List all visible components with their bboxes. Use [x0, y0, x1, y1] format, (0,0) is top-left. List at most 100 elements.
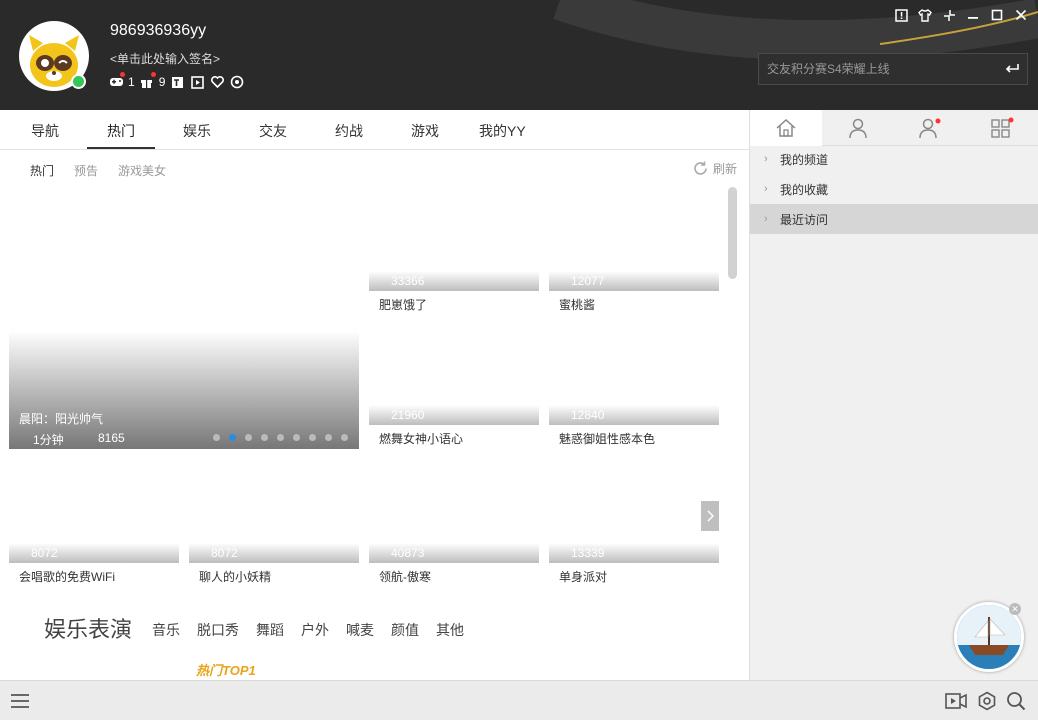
rtab-friends[interactable]	[894, 110, 966, 146]
video-play-icon[interactable]	[189, 74, 205, 90]
level-icon[interactable]	[169, 74, 185, 90]
channel-thumb[interactable]: 13339	[549, 458, 719, 563]
viewer-count: 21960	[391, 408, 425, 422]
viewer-count: 12077	[571, 274, 605, 288]
enter-icon[interactable]	[997, 54, 1027, 84]
minimize-icon[interactable]	[964, 6, 982, 24]
rtab-home[interactable]	[750, 110, 822, 146]
channel-caption[interactable]: 会唱歌的免费WiFi	[19, 568, 115, 585]
refresh-button[interactable]: 刷新	[692, 160, 737, 177]
tab-dating[interactable]: 交友	[259, 121, 287, 141]
search-box	[758, 53, 1028, 85]
channel-thumb[interactable]: 21960	[369, 320, 539, 425]
carousel-dot[interactable]	[293, 434, 300, 441]
search-input[interactable]	[759, 54, 997, 84]
channel-caption[interactable]: 魅惑御姐性感本色	[559, 430, 655, 447]
viewer-count: 40873	[391, 546, 425, 560]
tab-entertainment[interactable]: 娱乐	[183, 121, 211, 141]
right-panel: › 我的频道 › 我的收藏 › 最近访问	[749, 110, 1038, 680]
search-icon[interactable]	[1005, 690, 1027, 712]
carousel-dot[interactable]	[213, 434, 220, 441]
refresh-icon	[694, 161, 707, 175]
main-menu-icon[interactable]	[9, 690, 31, 712]
subtab-game-girls[interactable]: 游戏美女	[118, 162, 166, 179]
viewer-count: 8072	[211, 546, 238, 560]
home-icon	[776, 118, 796, 137]
notification-dot	[120, 72, 125, 77]
channel-thumb[interactable]: 40873	[369, 458, 539, 563]
channel-caption[interactable]: 聊人的小妖精	[199, 568, 271, 585]
feedback-icon[interactable]	[892, 6, 910, 24]
viewer-count: 13339	[571, 546, 605, 560]
main-tabs: 导航 热门 娱乐 交友 约战 游戏 我的YY	[0, 110, 749, 150]
subtab-preview[interactable]: 预告	[74, 162, 98, 179]
channel-caption[interactable]: 单身派对	[559, 568, 607, 585]
category-mc[interactable]: 喊麦	[346, 620, 374, 640]
compact-mode-icon[interactable]	[940, 6, 958, 24]
chevron-right-icon	[707, 510, 714, 522]
channel-caption[interactable]: 肥崽饿了	[379, 296, 427, 313]
carousel-dot[interactable]	[229, 434, 236, 441]
channel-caption[interactable]: 领航-傲寒	[379, 568, 431, 585]
video-camera-icon[interactable]	[945, 690, 967, 712]
my-channels-item[interactable]: › 我的频道	[750, 144, 1038, 174]
settings-icon[interactable]	[976, 690, 998, 712]
recent-visits-item[interactable]: › 最近访问	[750, 204, 1038, 234]
right-panel-tabs	[750, 110, 1038, 146]
gift-icon[interactable]	[139, 72, 156, 90]
header: 986936936yy <单击此处输入签名> 1 9	[0, 0, 1038, 110]
featured-time: 1分钟	[33, 433, 64, 447]
channel-thumb[interactable]: 12840	[549, 320, 719, 425]
rtab-profile[interactable]	[822, 110, 894, 146]
chevron-right-icon: ›	[764, 213, 768, 225]
channel-caption[interactable]: 燃舞女神小语心	[379, 430, 463, 447]
viewer-count: 12840	[571, 408, 605, 422]
channel-thumb[interactable]: 8072	[189, 458, 359, 563]
refresh-label: 刷新	[713, 162, 738, 176]
channel-thumb[interactable]: 8072	[9, 458, 179, 563]
channel-thumb[interactable]: 33366	[369, 186, 539, 291]
featured-banner[interactable]: 晨阳：阳光帅气 1分钟 8165	[9, 186, 359, 449]
carousel-dot[interactable]	[325, 434, 332, 441]
next-page-button[interactable]	[701, 501, 719, 531]
carousel-dot[interactable]	[309, 434, 316, 441]
window-controls	[892, 6, 1030, 24]
subtab-hot[interactable]: 热门	[30, 162, 54, 179]
category-music[interactable]: 音乐	[152, 620, 180, 640]
apps-grid-icon	[991, 117, 1014, 138]
featured-count: 8165	[98, 431, 125, 445]
carousel-dot[interactable]	[245, 434, 252, 441]
tab-hot[interactable]: 热门	[107, 121, 135, 141]
signature-input[interactable]: <单击此处输入签名>	[110, 50, 220, 67]
notification-dot	[150, 72, 156, 77]
eye-icon[interactable]	[229, 74, 245, 90]
recent-visits-label: 最近访问	[780, 212, 829, 227]
pirate-ship-icon	[957, 605, 1021, 669]
username[interactable]: 986936936yy	[110, 22, 206, 40]
close-icon[interactable]	[1012, 6, 1030, 24]
carousel-dot[interactable]	[277, 434, 284, 441]
category-outdoor[interactable]: 户外	[301, 620, 329, 640]
tab-games[interactable]: 游戏	[411, 121, 439, 141]
maximize-icon[interactable]	[988, 6, 1006, 24]
rtab-apps[interactable]	[966, 110, 1038, 146]
heart-icon[interactable]	[209, 74, 225, 90]
carousel-dot[interactable]	[341, 434, 348, 441]
tab-battle[interactable]: 约战	[335, 121, 363, 141]
category-other[interactable]: 其他	[436, 620, 464, 640]
tab-my-yy[interactable]: 我的YY	[479, 121, 526, 141]
scrollbar-thumb[interactable]	[728, 187, 737, 279]
tab-navigation[interactable]: 导航	[31, 121, 59, 141]
close-widget-icon[interactable]: ✕	[1009, 603, 1021, 615]
channel-caption[interactable]: 蜜桃酱	[559, 296, 595, 313]
channel-thumb[interactable]: 12077	[549, 186, 719, 291]
carousel-dot[interactable]	[261, 434, 268, 441]
category-looks[interactable]: 颜值	[391, 620, 419, 640]
my-favorites-item[interactable]: › 我的收藏	[750, 174, 1038, 204]
gamepad-icon[interactable]	[108, 72, 125, 90]
user-badges: 1 9	[108, 72, 245, 91]
category-talk-show[interactable]: 脱口秀	[197, 620, 239, 640]
category-dance[interactable]: 舞蹈	[256, 620, 284, 640]
carousel-dots	[213, 434, 348, 441]
skin-icon[interactable]	[916, 6, 934, 24]
